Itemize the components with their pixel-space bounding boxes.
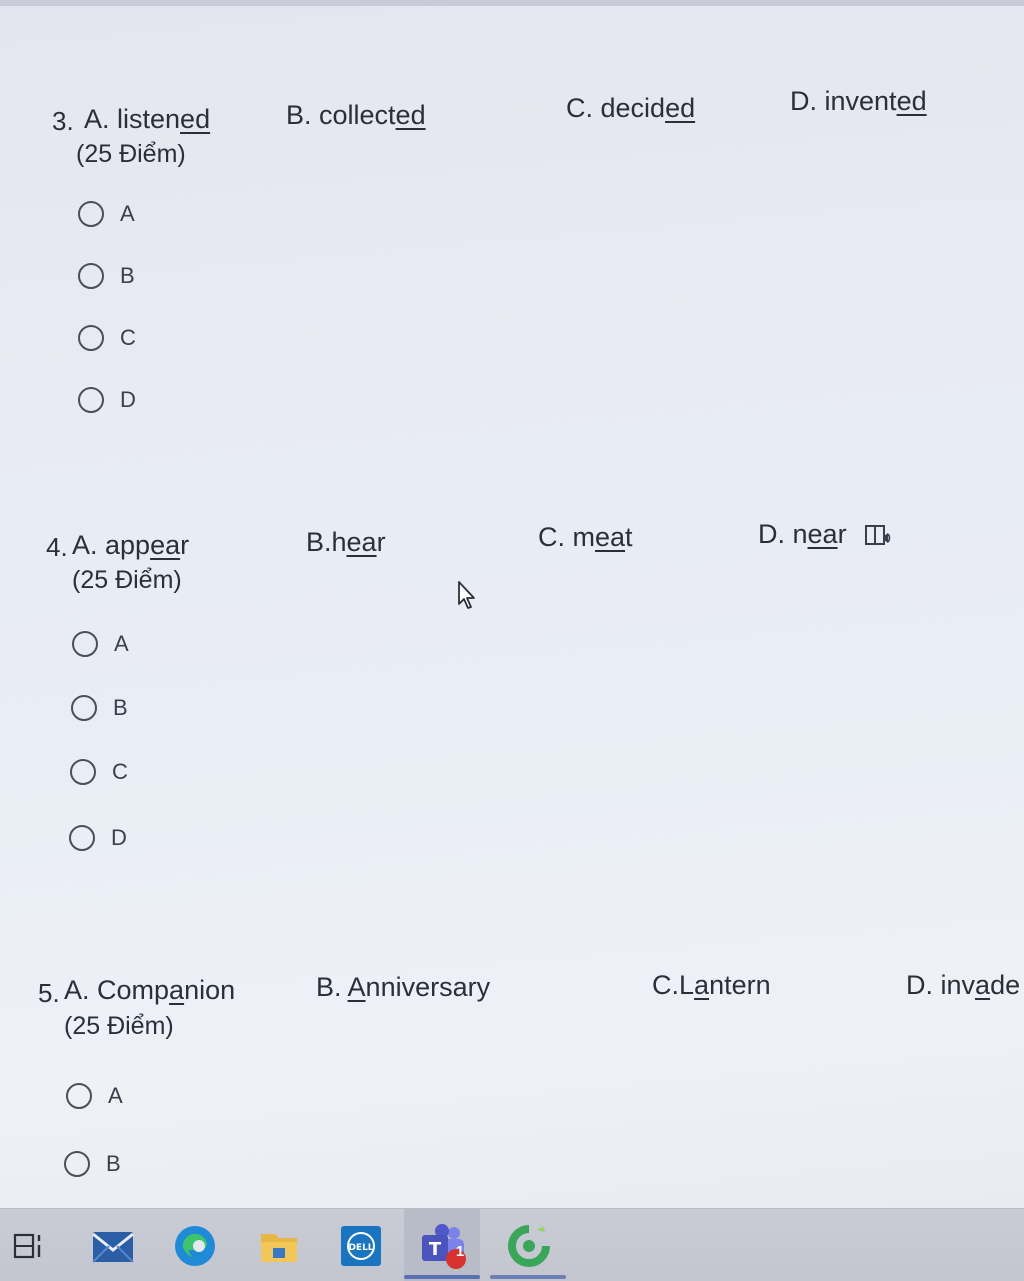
choice-label: D: [111, 825, 127, 850]
choice-b[interactable]: B: [71, 690, 128, 726]
option-d-text: D. invade: [906, 970, 1021, 1000]
question-5: 5. A. Companion B. Anniversary C.Lantern…: [0, 0, 1024, 1177]
radio-button[interactable]: [64, 1151, 90, 1177]
mail-icon[interactable]: [88, 1221, 138, 1271]
choice-label: A: [108, 1083, 123, 1108]
option-b-text: B.hear: [306, 527, 386, 557]
svg-text:T: T: [429, 1239, 442, 1260]
option-b-text: B. Anniversary: [316, 972, 491, 1002]
app-running-indicator: [490, 1275, 566, 1279]
choice-label: A: [114, 631, 129, 656]
choice-label: B: [106, 1151, 121, 1176]
question-points: (25 Điểm): [72, 566, 182, 594]
svg-text:DELL: DELL: [348, 1243, 373, 1253]
choice-a[interactable]: A: [72, 626, 129, 662]
mouse-cursor-icon: [458, 581, 475, 609]
radio-button[interactable]: [71, 695, 97, 721]
radio-button[interactable]: [69, 825, 95, 851]
option-a-text: A. Companion: [64, 975, 236, 1005]
question-number: 5.: [38, 978, 60, 1008]
teams-running-indicator: [404, 1275, 480, 1279]
choice-label: B: [113, 695, 128, 720]
option-d-text: D. near: [758, 519, 847, 549]
taskbar: DELL T 1: [0, 1208, 1024, 1281]
file-explorer-icon[interactable]: [254, 1221, 304, 1271]
task-view-icon[interactable]: [4, 1221, 54, 1271]
choice-a[interactable]: A: [66, 1078, 123, 1114]
choice-c[interactable]: C: [70, 754, 128, 790]
dell-icon[interactable]: DELL: [336, 1221, 386, 1271]
question-points: (25 Điểm): [64, 1012, 174, 1040]
option-a-text: A. appear: [72, 530, 190, 560]
radio-button[interactable]: [72, 631, 98, 657]
option-c-text: C. meat: [538, 522, 633, 552]
option-c-text: C.Lantern: [652, 970, 771, 1000]
edge-icon[interactable]: [170, 1221, 220, 1271]
immersive-reader-icon[interactable]: [864, 524, 892, 548]
choice-d[interactable]: D: [69, 820, 127, 856]
radio-button[interactable]: [70, 759, 96, 785]
choice-b[interactable]: B: [64, 1146, 121, 1182]
question-number: 4.: [46, 532, 68, 562]
choice-label: C: [112, 759, 128, 784]
radio-button[interactable]: [66, 1083, 92, 1109]
teams-notification-badge: 1: [455, 1243, 465, 1260]
chrome-like-icon[interactable]: [504, 1221, 554, 1271]
